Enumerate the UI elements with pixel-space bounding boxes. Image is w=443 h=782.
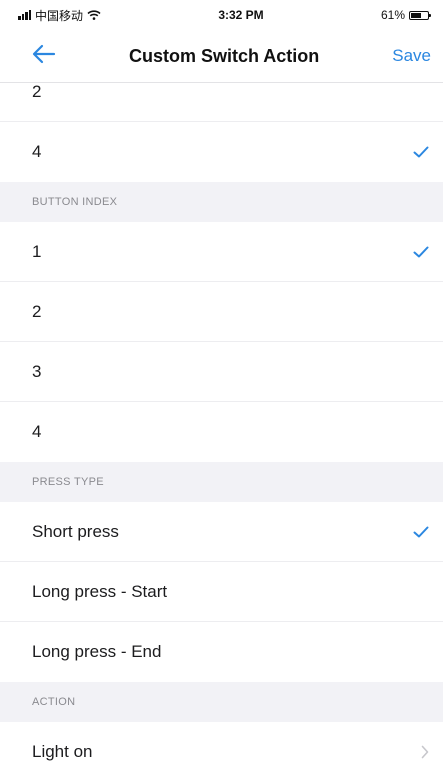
list-item-label: Short press bbox=[32, 521, 119, 541]
chevron-right-icon bbox=[421, 745, 429, 759]
section-header-press-type: PRESS TYPE bbox=[0, 462, 443, 502]
list-item-long-press-start[interactable]: Long press - Start bbox=[0, 562, 443, 622]
save-button[interactable]: Save bbox=[392, 46, 431, 66]
checkmark-icon bbox=[413, 526, 429, 538]
list-item-label: Long press - Start bbox=[32, 581, 168, 601]
signal-icon bbox=[18, 10, 31, 20]
section-header-action: ACTION bbox=[0, 682, 443, 722]
list-item-top-4[interactable]: 4 bbox=[0, 122, 443, 182]
list-item-button-index-3[interactable]: 3 bbox=[0, 342, 443, 402]
list-item-label: 4 bbox=[32, 422, 42, 441]
back-button[interactable] bbox=[32, 44, 56, 69]
battery-percent: 61% bbox=[380, 8, 405, 22]
list-item-label: Light on bbox=[32, 742, 93, 761]
list-item-short-press[interactable]: Short press bbox=[0, 502, 443, 562]
list-item-label: 2 bbox=[32, 82, 42, 101]
arrow-left-icon bbox=[32, 44, 56, 69]
list-item-label: 4 bbox=[32, 142, 42, 161]
status-left: 中国移动 bbox=[18, 7, 101, 24]
wifi-icon bbox=[87, 10, 101, 20]
status-right: 61% bbox=[380, 8, 431, 22]
checkmark-icon bbox=[413, 246, 429, 258]
status-time: 3:32 PM bbox=[218, 8, 264, 22]
list-item-label: 1 bbox=[32, 241, 42, 261]
list-item-light-on[interactable]: Light on bbox=[0, 722, 443, 782]
list-item-label: 2 bbox=[32, 301, 42, 321]
list-item-button-index-2[interactable]: 2 bbox=[0, 282, 443, 342]
carrier-label: 中国移动 bbox=[35, 8, 84, 23]
nav-bar: Custom Switch Action Save bbox=[0, 30, 443, 83]
list-item-top-2[interactable]: 2 bbox=[0, 83, 443, 122]
page-title: Custom Switch Action bbox=[128, 45, 320, 66]
list-item-label: 3 bbox=[32, 361, 42, 381]
list-item-label: Long press - End bbox=[32, 642, 162, 661]
list-item-button-index-1[interactable]: 1 bbox=[0, 222, 443, 282]
battery-fill bbox=[411, 12, 421, 18]
list-item-button-index-4[interactable]: 4 bbox=[0, 402, 443, 462]
status-bar: 中国移动 3:32 PM 61% bbox=[0, 0, 443, 30]
checkmark-icon bbox=[413, 146, 429, 158]
settings-list: 2 4 BUTTON INDEX 1 2 3 4 PRESS TYPE Shor… bbox=[0, 83, 443, 782]
battery-icon bbox=[409, 10, 431, 20]
section-header-button-index: BUTTON INDEX bbox=[0, 182, 443, 222]
list-item-long-press-end[interactable]: Long press - End bbox=[0, 622, 443, 682]
